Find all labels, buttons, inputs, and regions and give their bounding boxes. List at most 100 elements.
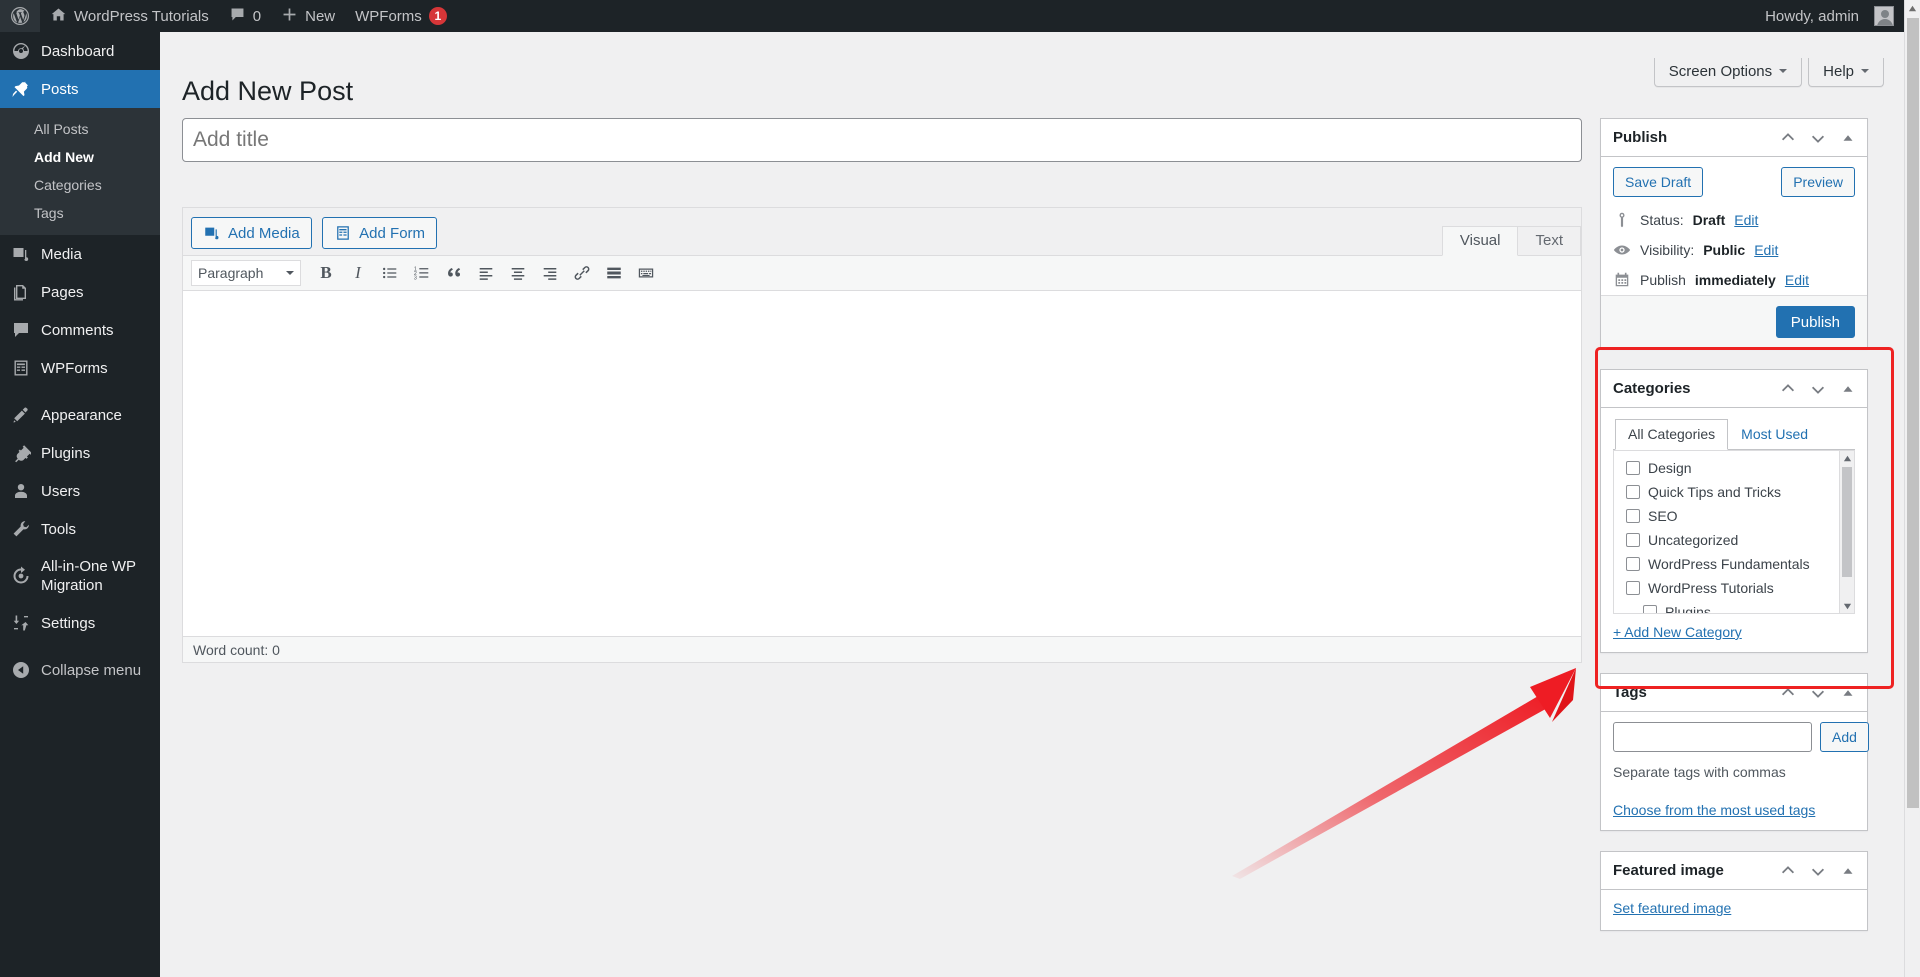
tab-all-categories[interactable]: All Categories xyxy=(1615,419,1729,450)
move-up-button[interactable] xyxy=(1773,374,1803,404)
add-tag-button[interactable]: Add xyxy=(1820,722,1869,752)
preview-button[interactable]: Preview xyxy=(1781,167,1855,197)
edit-visibility-link[interactable]: Edit xyxy=(1754,242,1778,258)
align-center-button[interactable] xyxy=(503,259,533,287)
category-checkbox[interactable] xyxy=(1626,557,1640,571)
bold-button[interactable]: B xyxy=(311,259,341,287)
numbered-list-button[interactable]: 123 xyxy=(407,259,437,287)
new-tag-input[interactable] xyxy=(1613,722,1812,752)
page-scrollbar[interactable] xyxy=(1904,0,1920,977)
new-content-menu[interactable]: New xyxy=(271,0,345,32)
site-name-menu[interactable]: WordPress Tutorials xyxy=(40,0,219,32)
wordpress-logo-button[interactable] xyxy=(0,0,40,32)
sidebar-item-tags[interactable]: Tags xyxy=(0,199,160,227)
save-draft-button[interactable]: Save Draft xyxy=(1613,167,1704,197)
align-right-button[interactable] xyxy=(535,259,565,287)
category-label: WordPress Fundamentals xyxy=(1648,556,1810,572)
sidebar-item-tools[interactable]: Tools xyxy=(0,510,160,548)
tab-text[interactable]: Text xyxy=(1517,226,1581,255)
sidebar-item-wpforms[interactable]: WPForms xyxy=(0,349,160,387)
tab-most-used[interactable]: Most Used xyxy=(1728,419,1821,450)
collapse-menu-button[interactable]: Collapse menu xyxy=(0,651,160,689)
screen-options-button[interactable]: Screen Options xyxy=(1653,58,1803,87)
scroll-up-arrow[interactable] xyxy=(1905,0,1920,16)
post-title-input[interactable] xyxy=(182,118,1582,162)
screen-options-label: Screen Options xyxy=(1668,63,1773,80)
categories-scrollbar[interactable] xyxy=(1839,451,1854,613)
category-item[interactable]: Design xyxy=(1626,458,1854,478)
wpforms-menu[interactable]: WPForms 1 xyxy=(345,0,457,32)
move-up-button[interactable] xyxy=(1773,856,1803,886)
categories-checklist-wrap: Design Quick Tips and Tricks SEO Uncateg… xyxy=(1613,450,1855,614)
sidebar-item-settings[interactable]: Settings xyxy=(0,604,160,642)
post-content-editable[interactable] xyxy=(183,291,1581,636)
scrollbar-thumb[interactable] xyxy=(1907,18,1919,808)
insert-link-icon xyxy=(574,266,590,280)
sidebar-item-comments[interactable]: Comments xyxy=(0,311,160,349)
toolbar-toggle-button[interactable] xyxy=(631,259,661,287)
toggle-panel-button[interactable] xyxy=(1833,678,1863,708)
category-checkbox[interactable] xyxy=(1626,533,1640,547)
sidebar-item-dashboard[interactable]: Dashboard xyxy=(0,32,160,70)
category-item[interactable]: Plugins xyxy=(1626,602,1854,613)
category-item[interactable]: WordPress Fundamentals xyxy=(1626,554,1854,574)
category-checkbox[interactable] xyxy=(1626,509,1640,523)
sidebar-item-categories[interactable]: Categories xyxy=(0,171,160,199)
category-label: SEO xyxy=(1648,508,1678,524)
align-left-button[interactable] xyxy=(471,259,501,287)
move-up-button[interactable] xyxy=(1773,678,1803,708)
category-item[interactable]: SEO xyxy=(1626,506,1854,526)
sidebar-item-users[interactable]: Users xyxy=(0,472,160,510)
scrollbar-thumb[interactable] xyxy=(1842,467,1852,577)
move-down-button[interactable] xyxy=(1803,374,1833,404)
scroll-up-arrow[interactable] xyxy=(1840,451,1854,465)
category-item[interactable]: WordPress Tutorials xyxy=(1626,578,1854,598)
posts-submenu: All Posts Add New Categories Tags xyxy=(0,108,160,235)
paragraph-format-select[interactable]: Paragraph xyxy=(191,260,301,286)
move-down-button[interactable] xyxy=(1803,856,1833,886)
read-more-tag-button[interactable] xyxy=(599,259,629,287)
featured-image-box-title: Featured image xyxy=(1613,862,1724,879)
category-item[interactable]: Uncategorized xyxy=(1626,530,1854,550)
edit-status-link[interactable]: Edit xyxy=(1734,212,1758,228)
my-account-menu[interactable]: Howdy, admin xyxy=(1755,0,1904,32)
blockquote-button[interactable] xyxy=(439,259,469,287)
sidebar-item-posts[interactable]: Posts xyxy=(0,70,168,108)
add-media-button[interactable]: Add Media xyxy=(191,217,312,249)
toggle-panel-button[interactable] xyxy=(1833,123,1863,153)
help-button[interactable]: Help xyxy=(1808,58,1884,87)
move-up-button[interactable] xyxy=(1773,123,1803,153)
scroll-down-arrow[interactable] xyxy=(1840,599,1854,613)
edit-schedule-link[interactable]: Edit xyxy=(1785,272,1809,288)
collapse-menu-label: Collapse menu xyxy=(41,661,142,679)
sidebar-item-plugins[interactable]: Plugins xyxy=(0,434,160,472)
comments-menu[interactable]: 0 xyxy=(219,0,271,32)
triangle-up-icon xyxy=(1843,134,1853,141)
category-item[interactable]: Quick Tips and Tricks xyxy=(1626,482,1854,502)
sidebar-item-appearance[interactable]: Appearance xyxy=(0,396,160,434)
category-checkbox[interactable] xyxy=(1626,581,1640,595)
toggle-panel-button[interactable] xyxy=(1833,374,1863,404)
schedule-row: Publish immediately Edit xyxy=(1613,265,1855,295)
sidebar-item-all-in-one-wp-migration[interactable]: All-in-One WP Migration xyxy=(0,548,160,604)
publish-box: Publish Save Draft Preview Status: Draft… xyxy=(1600,118,1868,349)
sidebar-item-add-new[interactable]: Add New xyxy=(0,143,160,171)
move-down-button[interactable] xyxy=(1803,123,1833,153)
insert-link-button[interactable] xyxy=(567,259,597,287)
sidebar-item-pages[interactable]: Pages xyxy=(0,273,160,311)
sidebar-item-media[interactable]: Media xyxy=(0,235,160,273)
most-used-tags-link[interactable]: Choose from the most used tags xyxy=(1613,802,1855,818)
italic-button[interactable]: I xyxy=(343,259,373,287)
move-down-button[interactable] xyxy=(1803,678,1833,708)
category-checkbox[interactable] xyxy=(1643,605,1657,613)
tab-visual[interactable]: Visual xyxy=(1441,226,1519,256)
add-new-category-link[interactable]: + Add New Category xyxy=(1613,624,1855,640)
category-checkbox[interactable] xyxy=(1626,461,1640,475)
sidebar-item-all-posts[interactable]: All Posts xyxy=(0,115,160,143)
set-featured-image-link[interactable]: Set featured image xyxy=(1613,900,1731,916)
add-form-button[interactable]: Add Form xyxy=(322,217,438,249)
category-checkbox[interactable] xyxy=(1626,485,1640,499)
publish-button[interactable]: Publish xyxy=(1775,306,1855,338)
bulleted-list-button[interactable] xyxy=(375,259,405,287)
toggle-panel-button[interactable] xyxy=(1833,856,1863,886)
